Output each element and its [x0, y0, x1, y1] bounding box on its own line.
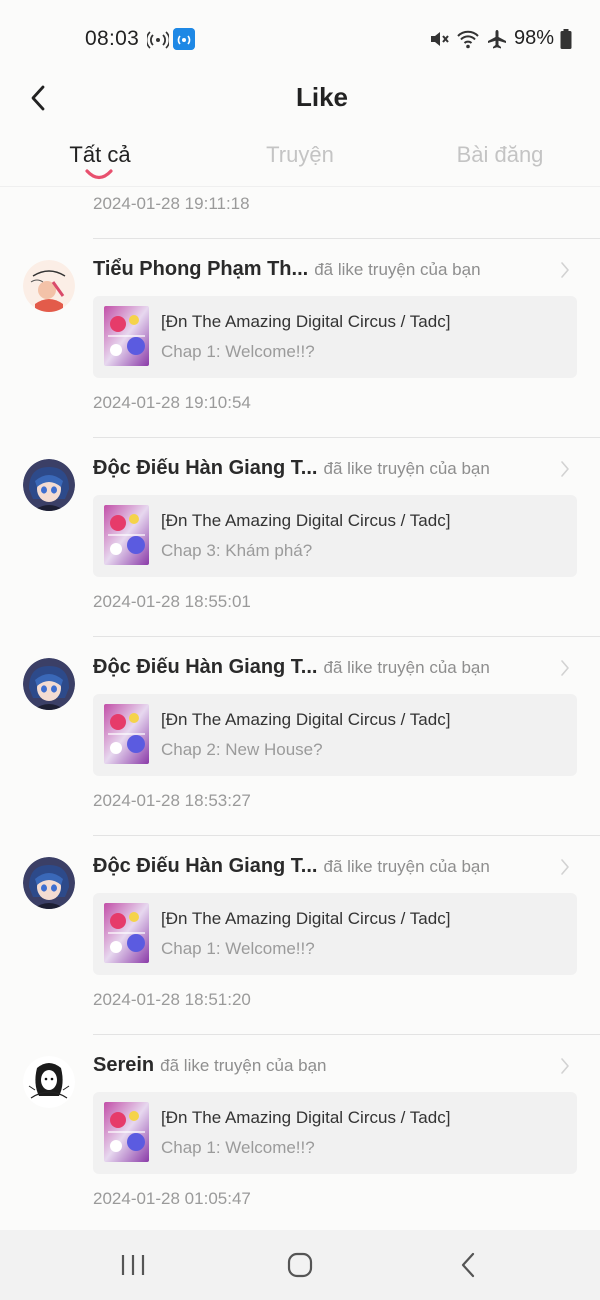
tab-posts[interactable]: Bài đăng	[457, 142, 544, 168]
story-title: [Đn The Amazing Digital Circus / Tadc]	[161, 511, 451, 530]
story-title: [Đn The Amazing Digital Circus / Tadc]	[161, 909, 451, 928]
user-name[interactable]: Tiểu Phong Phạm Th...	[93, 258, 308, 280]
mute-icon	[430, 31, 449, 46]
user-name[interactable]: Độc Điếu Hàn Giang T...	[93, 457, 317, 479]
notification-timestamp: 2024-01-28 19:10:54	[93, 393, 251, 412]
chevron-right-icon[interactable]	[558, 260, 572, 280]
recent-apps-button[interactable]	[113, 1248, 153, 1282]
nav-back-button[interactable]	[448, 1248, 488, 1282]
notification-timestamp: 2024-01-28 18:55:01	[93, 592, 251, 611]
user-name[interactable]: Serein	[93, 1054, 154, 1076]
story-title: [Đn The Amazing Digital Circus / Tadc]	[161, 710, 451, 729]
chevron-right-icon[interactable]	[558, 857, 572, 877]
action-text: đã like truyện của bạn	[160, 1055, 327, 1075]
tab-all[interactable]: Tất cả	[69, 142, 130, 168]
story-cover-image	[104, 306, 149, 366]
home-icon	[287, 1252, 313, 1278]
airplane-icon	[487, 29, 506, 48]
notification-timestamp: 2024-01-28 18:51:20	[93, 990, 251, 1009]
action-text: đã like truyện của bạn	[323, 856, 490, 876]
back-icon	[461, 1252, 475, 1278]
user-avatar[interactable]	[23, 260, 75, 312]
wifi-icon	[457, 30, 479, 48]
status-bar: 08:03 98%	[0, 0, 600, 78]
story-title: [Đn The Amazing Digital Circus / Tadc]	[161, 312, 451, 331]
user-avatar[interactable]	[23, 459, 75, 511]
page-title: Like	[295, 82, 349, 112]
tab-stories[interactable]: Truyện	[266, 142, 334, 168]
story-cover-image	[104, 704, 149, 764]
battery-icon	[560, 28, 572, 49]
home-button[interactable]	[280, 1248, 320, 1282]
like-notification-item[interactable]: Độc Điếu Hàn Giang T... đã like truyện củ…	[0, 437, 600, 636]
like-notification-item[interactable]: Độc Điếu Hàn Giang T... đã like truyện củ…	[0, 835, 600, 1034]
story-cover-image	[104, 903, 149, 963]
action-text: đã like truyện của bạn	[323, 657, 490, 677]
story-card[interactable]: [Đn The Amazing Digital Circus / Tadc] Ch…	[93, 495, 577, 577]
notification-header: Độc Điếu Hàn Giang T... đã like truyện củ…	[93, 855, 563, 883]
wifi-call-icon	[173, 28, 195, 50]
chevron-right-icon[interactable]	[558, 658, 572, 678]
previous-item-timestamp: 2024-01-28 19:11:18	[93, 194, 250, 213]
story-cover-image	[104, 505, 149, 565]
status-time: 08:03	[85, 27, 140, 50]
notification-header: Độc Điếu Hàn Giang T... đã like truyện củ…	[93, 656, 563, 684]
tabs-divider	[0, 186, 600, 187]
user-avatar[interactable]	[23, 658, 75, 710]
chapter-title: Chap 1: Welcome!!?	[161, 342, 315, 361]
chapter-title: Chap 2: New House?	[161, 740, 323, 759]
story-card[interactable]: [Đn The Amazing Digital Circus / Tadc] Ch…	[93, 694, 577, 776]
story-cover-image	[104, 1102, 149, 1162]
hotspot-icon	[147, 31, 169, 49]
system-nav-bar	[0, 1230, 600, 1300]
chapter-title: Chap 3: Khám phá?	[161, 541, 313, 560]
item-divider	[93, 1034, 600, 1035]
user-avatar[interactable]	[23, 1056, 75, 1108]
user-avatar[interactable]	[23, 857, 75, 909]
item-divider	[93, 238, 600, 239]
tab-bar: Tất cả Truyện Bài đăng	[0, 138, 600, 186]
chevron-right-icon[interactable]	[558, 1056, 572, 1076]
active-tab-indicator	[85, 169, 113, 180]
notification-timestamp: 2024-01-28 01:05:47	[93, 1189, 251, 1208]
item-divider	[93, 437, 600, 438]
notification-header: Tiểu Phong Phạm Th... đã like truyện của …	[93, 258, 563, 286]
story-card[interactable]: [Đn The Amazing Digital Circus / Tadc] Ch…	[93, 1092, 577, 1174]
chapter-title: Chap 1: Welcome!!?	[161, 1138, 315, 1157]
item-divider	[93, 636, 600, 637]
notification-header: Serein đã like truyện của bạn	[93, 1054, 563, 1082]
chapter-title: Chap 1: Welcome!!?	[161, 939, 315, 958]
battery-percent: 98%	[513, 27, 554, 49]
user-name[interactable]: Độc Điếu Hàn Giang T...	[93, 855, 317, 877]
like-notification-item[interactable]: Độc Điếu Hàn Giang T... đã like truyện củ…	[0, 636, 600, 835]
action-text: đã like truyện của bạn	[323, 458, 490, 478]
recent-apps-icon	[121, 1255, 145, 1275]
item-divider	[93, 835, 600, 836]
like-notification-item[interactable]: Serein đã like truyện của bạn [Đn The Amaz…	[0, 1034, 600, 1233]
user-name[interactable]: Độc Điếu Hàn Giang T...	[93, 656, 317, 678]
action-text: đã like truyện của bạn	[314, 259, 481, 279]
story-title: [Đn The Amazing Digital Circus / Tadc]	[161, 1108, 451, 1127]
like-notification-item[interactable]: Tiểu Phong Phạm Th... đã like truyện của …	[0, 238, 600, 437]
chevron-right-icon[interactable]	[558, 459, 572, 479]
story-card[interactable]: [Đn The Amazing Digital Circus / Tadc] Ch…	[93, 296, 577, 378]
story-card[interactable]: [Đn The Amazing Digital Circus / Tadc] Ch…	[93, 893, 577, 975]
notification-timestamp: 2024-01-28 18:53:27	[93, 791, 251, 810]
notification-header: Độc Điếu Hàn Giang T... đã like truyện củ…	[93, 457, 563, 485]
